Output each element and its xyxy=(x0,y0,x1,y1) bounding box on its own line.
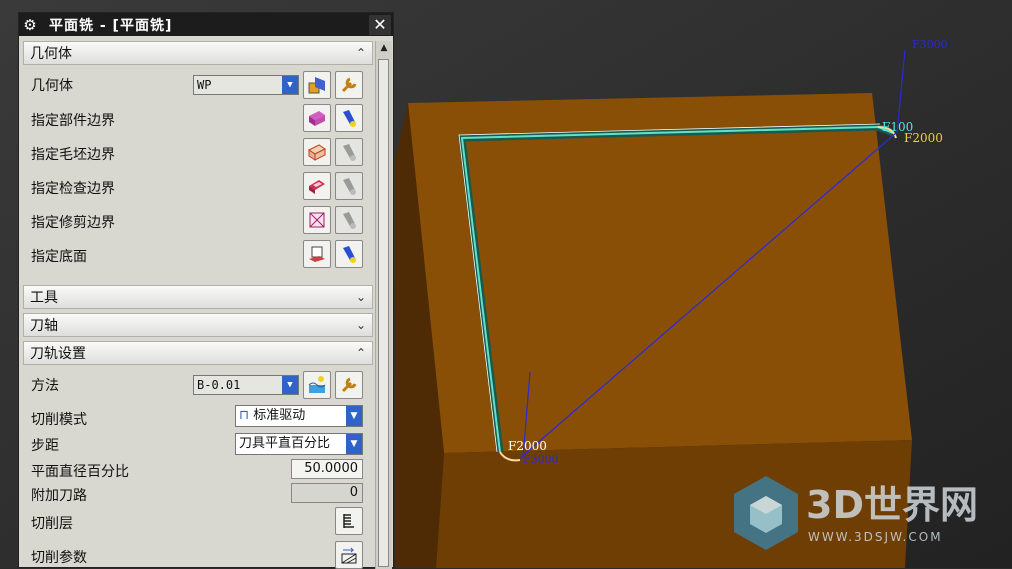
specify-floor-button[interactable] xyxy=(303,240,331,268)
dialog-scrollbar[interactable]: ▲ xyxy=(375,41,392,569)
floor-icon xyxy=(309,246,325,262)
flashlight-icon xyxy=(343,144,356,161)
wrench-icon xyxy=(341,377,357,393)
stepover-select-value: 刀具平直百分比 xyxy=(239,436,331,451)
section-geometry-body: 几何体 WP ▼ 指定部件边界 指定毛坯边界 指定检查边界 指定修剪边界 指定底… xyxy=(23,65,373,281)
dropdown-arrow-icon: ▼ xyxy=(282,76,298,94)
blank-boundary-label: 指定毛坯边界 xyxy=(31,147,115,163)
flashlight-icon xyxy=(343,212,356,229)
section-path-title: 刀轨设置 xyxy=(30,346,86,362)
scroll-up-arrow-icon[interactable]: ▲ xyxy=(376,41,392,55)
new-method-icon xyxy=(308,376,326,393)
diameter-percent-label: 平面直径百分比 xyxy=(31,464,129,480)
display-floor-button[interactable] xyxy=(335,240,363,268)
trim-boundary-icon xyxy=(309,212,325,228)
cut-mode-label: 切削模式 xyxy=(31,412,87,428)
wrench-icon xyxy=(341,77,357,93)
flashlight-icon xyxy=(343,178,356,195)
display-part-boundary-button[interactable] xyxy=(335,104,363,132)
dialog-titlebar[interactable]: ⚙ 平面铣 - [平面铣] ✕ xyxy=(19,13,393,36)
specify-blank-boundary-button[interactable] xyxy=(303,138,331,166)
gear-icon[interactable]: ⚙ xyxy=(19,16,41,34)
watermark-url: WWW.3DSJW.COM xyxy=(808,530,943,544)
additional-passes-label: 附加刀路 xyxy=(31,488,87,504)
dropdown-arrow-icon: ▼ xyxy=(346,434,362,454)
stepover-select[interactable]: 刀具平直百分比 ▼ xyxy=(235,433,363,455)
geometry-select[interactable]: WP ▼ xyxy=(193,75,299,95)
chevron-up-icon: ⌃ xyxy=(355,346,366,360)
cut-levels-button[interactable] xyxy=(335,507,363,535)
watermark-logo: 3D世界网 WWW.3DSJW.COM xyxy=(734,476,978,550)
section-geometry-header[interactable]: 几何体 ⌃ xyxy=(23,41,373,65)
specify-part-boundary-button[interactable] xyxy=(303,104,331,132)
section-path-header[interactable]: 刀轨设置 ⌃ xyxy=(23,341,373,365)
new-geometry-icon xyxy=(308,77,325,94)
new-method-button[interactable] xyxy=(303,371,331,399)
new-geometry-button[interactable] xyxy=(303,71,331,99)
dialog-title: 平面铣 - [平面铣] xyxy=(49,17,173,34)
section-axis-title: 刀轴 xyxy=(30,318,58,334)
cut-mode-select-value: 标准驱动 xyxy=(253,408,306,423)
edit-method-button[interactable] xyxy=(335,371,363,399)
specify-trim-boundary-button[interactable] xyxy=(303,206,331,234)
cut-params-icon xyxy=(341,547,357,564)
dialog-content: 几何体 ⌃ 几何体 WP ▼ 指定部件边界 指定毛坯边界 指定检查边界 指定修剪… xyxy=(23,41,373,569)
diameter-percent-input[interactable]: 50.0000 xyxy=(291,459,363,479)
feed-label-f2000-left: F2000 xyxy=(508,439,547,453)
blank-boundary-icon xyxy=(308,144,326,161)
watermark-brand: 3D世界网 xyxy=(806,483,978,527)
display-check-boundary-button[interactable] xyxy=(335,172,363,200)
planar-mill-dialog: ⚙ 平面铣 - [平面铣] ✕ 几何体 ⌃ 几何体 WP ▼ 指定部件边界 指定… xyxy=(18,12,394,569)
section-path-body: 方法 B-0.01 ▼ 切削模式 ⊓ 标准驱动 ▼ 步距 刀具平直百分比 ▼ 平… xyxy=(23,365,373,569)
edit-geometry-button[interactable] xyxy=(335,71,363,99)
method-label: 方法 xyxy=(31,378,59,394)
stepover-label: 步距 xyxy=(31,438,59,454)
method-select-value: B-0.01 xyxy=(197,378,241,392)
cut-levels-icon xyxy=(343,514,354,528)
check-boundary-label: 指定检查边界 xyxy=(31,181,115,197)
method-select[interactable]: B-0.01 ▼ xyxy=(193,375,299,395)
part-boundary-icon xyxy=(309,111,325,126)
feed-label-top: F3000 xyxy=(912,38,948,51)
dropdown-arrow-icon: ▼ xyxy=(282,376,298,394)
check-boundary-icon xyxy=(309,180,325,194)
part-boundary-label: 指定部件边界 xyxy=(31,113,115,129)
geometry-label: 几何体 xyxy=(31,78,73,94)
additional-passes-input[interactable]: 0 xyxy=(291,483,363,503)
cut-params-button[interactable] xyxy=(335,541,363,569)
cut-mode-select[interactable]: ⊓ 标准驱动 ▼ xyxy=(235,405,363,427)
geometry-select-value: WP xyxy=(197,78,212,92)
cut-levels-label: 切削层 xyxy=(31,516,73,532)
section-tool-title: 工具 xyxy=(30,290,58,306)
specify-check-boundary-button[interactable] xyxy=(303,172,331,200)
cut-params-label: 切削参数 xyxy=(31,550,87,566)
scrollbar-thumb[interactable] xyxy=(378,59,389,567)
close-button[interactable]: ✕ xyxy=(369,14,391,35)
flashlight-icon xyxy=(343,246,356,263)
section-geometry-title: 几何体 xyxy=(30,46,72,62)
flashlight-icon xyxy=(343,110,356,127)
chevron-down-icon: ⌄ xyxy=(355,318,366,332)
dropdown-arrow-icon: ▼ xyxy=(346,406,362,426)
chevron-up-icon: ⌃ xyxy=(355,46,366,60)
profile-icon: ⊓ xyxy=(239,408,254,423)
block-top-face xyxy=(408,93,912,453)
chevron-down-icon: ⌄ xyxy=(355,290,366,304)
feed-label-bottom: F3000 xyxy=(523,453,559,466)
display-blank-boundary-button[interactable] xyxy=(335,138,363,166)
trim-boundary-label: 指定修剪边界 xyxy=(31,215,115,231)
section-tool-header[interactable]: 工具 ⌄ xyxy=(23,285,373,309)
feed-label-f2000-right: F2000 xyxy=(904,131,943,145)
display-trim-boundary-button[interactable] xyxy=(335,206,363,234)
floor-label: 指定底面 xyxy=(31,249,87,265)
section-axis-header[interactable]: 刀轴 ⌄ xyxy=(23,313,373,337)
